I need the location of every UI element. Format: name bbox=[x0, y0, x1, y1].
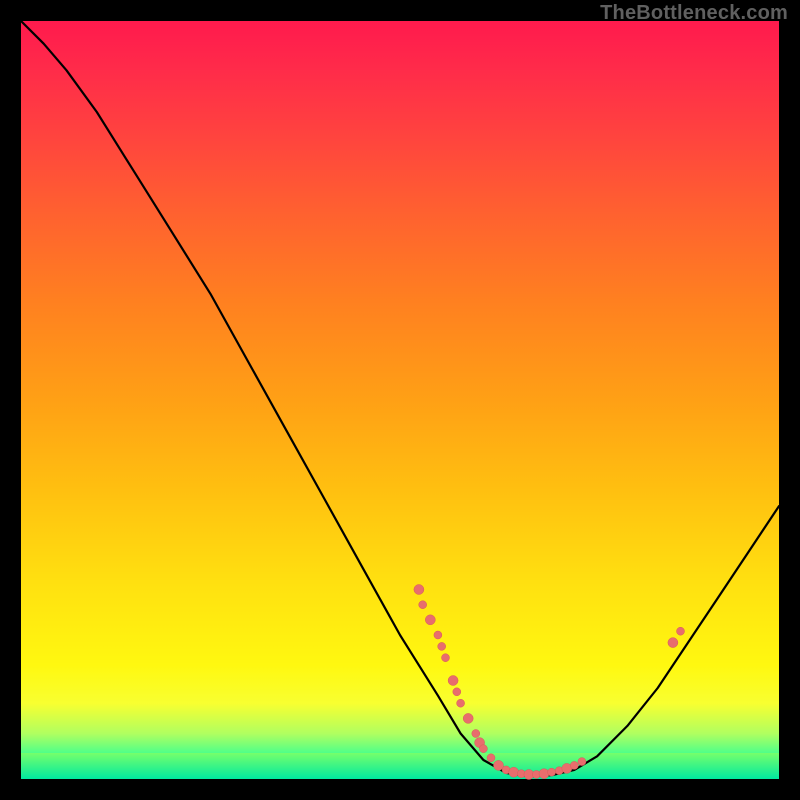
data-point bbox=[677, 627, 685, 635]
data-point bbox=[578, 758, 586, 766]
data-point bbox=[434, 631, 442, 639]
data-point bbox=[453, 688, 461, 696]
data-point bbox=[479, 745, 487, 753]
data-point bbox=[472, 730, 480, 738]
chart-plot-area bbox=[21, 21, 779, 779]
data-point bbox=[487, 754, 495, 762]
data-point bbox=[442, 654, 450, 662]
data-point bbox=[457, 699, 465, 707]
watermark-text: TheBottleneck.com bbox=[600, 2, 788, 25]
data-point bbox=[463, 713, 473, 723]
data-point bbox=[668, 638, 678, 648]
data-point bbox=[425, 615, 435, 625]
data-point bbox=[438, 642, 446, 650]
data-points-group bbox=[414, 585, 685, 780]
data-point bbox=[414, 585, 424, 595]
data-point bbox=[539, 769, 549, 779]
data-point bbox=[509, 767, 519, 777]
data-point bbox=[570, 761, 578, 769]
data-point bbox=[548, 768, 556, 776]
data-point bbox=[419, 601, 427, 609]
bottleneck-curve bbox=[21, 21, 779, 777]
chart-svg bbox=[21, 21, 779, 779]
data-point bbox=[448, 676, 458, 686]
